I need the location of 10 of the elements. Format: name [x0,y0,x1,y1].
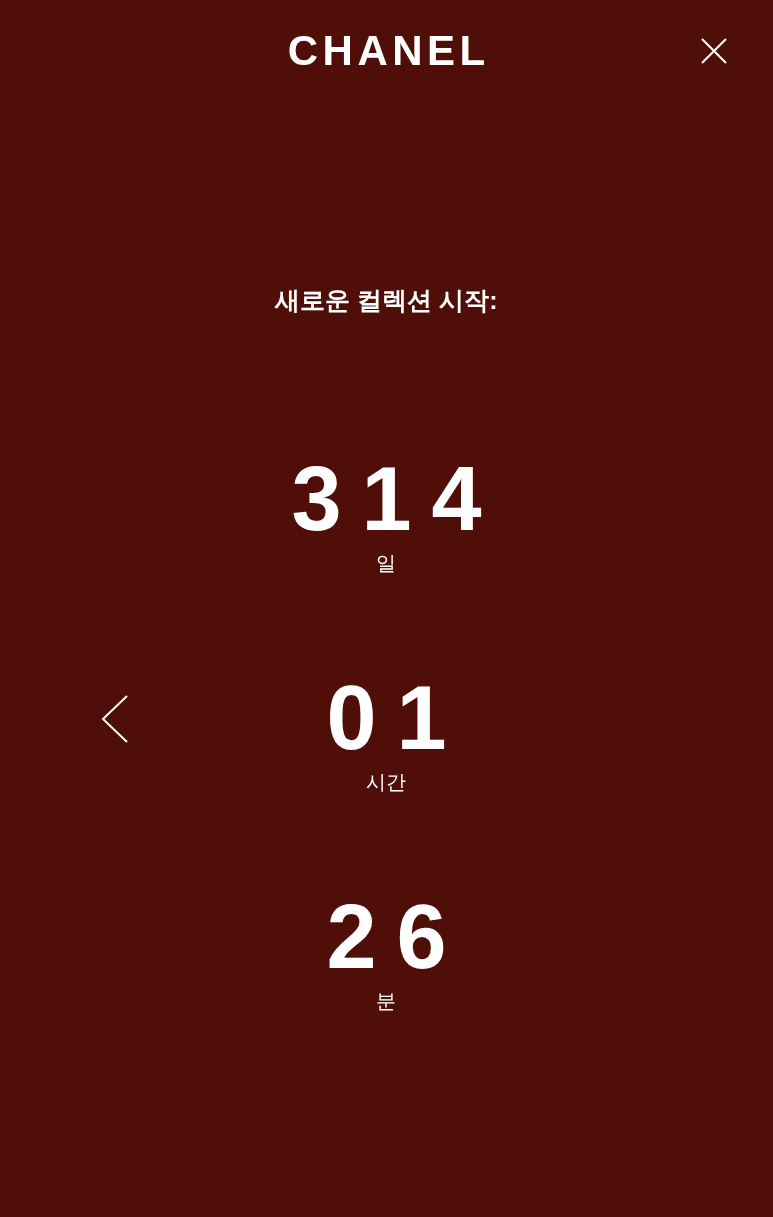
close-icon[interactable] [701,38,727,64]
countdown-unit: 분 [376,989,397,1013]
countdown-number: 01 [325,673,467,763]
brand-logo: CHANEL [286,30,490,72]
countdown-number: 314 [290,454,502,544]
chevron-left-icon[interactable] [101,695,129,743]
countdown-unit: 시간 [366,770,407,794]
headline: 새로운 컬렉션 시작: [273,285,499,315]
countdown-unit: 일 [376,551,397,575]
countdown-number: 26 [325,892,467,982]
